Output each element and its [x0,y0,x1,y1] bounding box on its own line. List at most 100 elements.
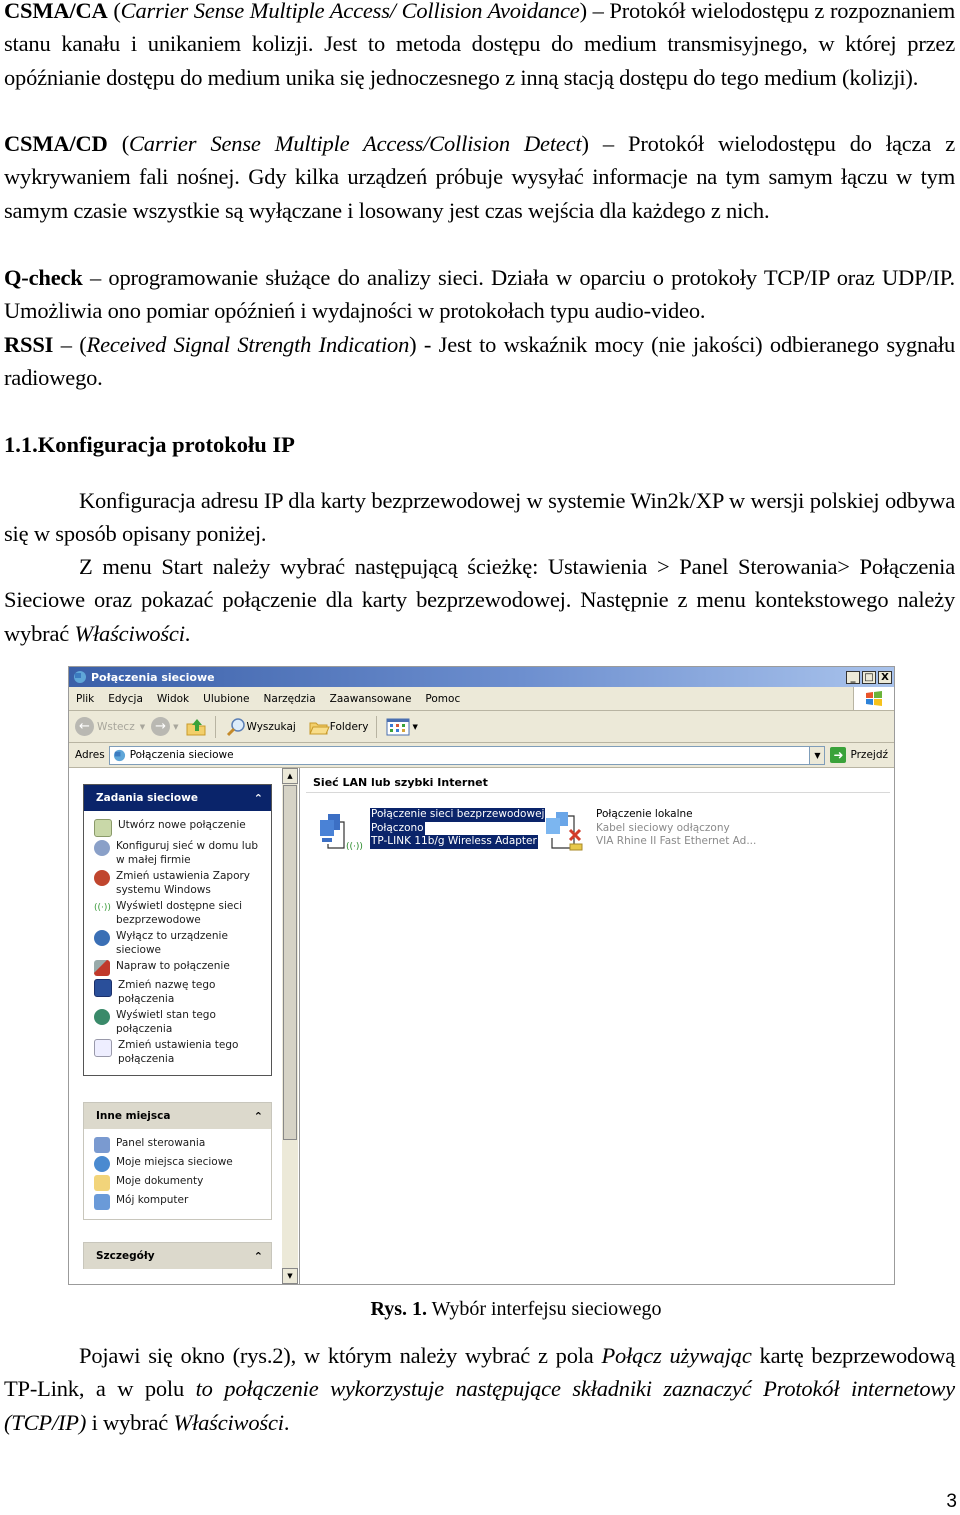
folders-label: Foldery [329,720,369,733]
task-firewall[interactable]: Zmień ustawienia Zapory systemu Windows [94,870,267,897]
place-label: Moje dokumenty [116,1175,204,1187]
disable-device-icon [94,930,110,946]
toolbar: ← Wstecz ▼ → ▼ Wyszukaj Foldery ▼ [69,711,894,743]
search-label: Wyszukaj [246,720,296,733]
firewall-icon [94,870,110,886]
figure-caption: Rys. 1. Wybór interfejsu sieciowego [0,1298,960,1321]
period: . [283,1409,290,1435]
task-label: Zmień ustawienia tego połączenia [118,1039,239,1065]
window-content: Zadania sieciowe ⌃ Utwórz nowe połączeni… [69,768,894,1284]
maximize-button[interactable]: □ [862,670,876,684]
expansion-csma-cd: Carrier Sense Multiple Access/Collision … [129,131,582,156]
place-label: Mój komputer [116,1194,189,1206]
other-places-panel: Inne miejsca ⌃ Panel sterowania Moje mie… [83,1102,272,1220]
network-tasks-header[interactable]: Zadania sieciowe ⌃ [84,785,271,811]
task-repair[interactable]: Napraw to połączenie [94,960,267,976]
up-folder-button[interactable] [185,717,207,737]
collapse-chevron-icon[interactable]: ⌃ [254,792,263,805]
menu-edycja[interactable]: Edycja [101,693,150,705]
folders-button[interactable]: Foldery [308,718,369,736]
task-settings[interactable]: Zmień ustawienia tego połączenia [94,1039,267,1066]
caption-text: Wybór interfejsu sieciowego [431,1298,662,1320]
menu-widok[interactable]: Widok [150,693,196,705]
task-new-connection[interactable]: Utwórz nowe połączenie [94,819,267,837]
back-arrow-icon: ← [75,717,94,736]
collapse-chevron-icon[interactable]: ⌃ [254,1110,263,1123]
place-control-panel[interactable]: Panel sterowania [94,1137,267,1153]
window-title: Połączenia sieciowe [91,670,215,684]
close-button[interactable]: X [878,670,892,684]
connection-wireless[interactable]: ((·)) Połączenie sieci bezprzewodowej Po… [316,808,546,854]
task-status[interactable]: Wyświetl stan tego połączenia [94,1009,267,1036]
task-wireless-networks[interactable]: ((·)) Wyświetl dostępne sieci bezprzewod… [94,900,267,927]
search-button[interactable]: Wyszukaj [225,717,296,737]
address-label: Adres [75,749,105,761]
collapse-chevron-icon[interactable]: ⌃ [254,1250,263,1263]
new-connection-icon [94,819,112,837]
paragraph-qcheck: Q-check – oprogramowanie służące do anal… [4,261,955,328]
task-home-network[interactable]: Konfiguruj sieć w domu lub w małej firmi… [94,840,267,867]
menu-narzedzia[interactable]: Narzędzia [257,693,323,705]
page-number: 3 [946,1491,957,1512]
other-places-header[interactable]: Inne miejsca ⌃ [84,1103,271,1129]
connection-status: Kabel sieciowy odłączony [596,821,730,834]
wireless-icon: ((·)) [94,903,111,913]
scroll-down-button[interactable]: ▼ [282,1268,298,1284]
views-button[interactable]: ▼ [386,718,418,736]
text: i wybrać [91,1409,169,1435]
local-connection-icon [542,808,594,854]
place-my-documents[interactable]: Moje dokumenty [94,1175,267,1191]
italic-text: Właściwości [173,1409,284,1435]
group-divider [306,792,890,793]
section-heading: 1.1.Konfiguracja protokołu IP [4,432,295,457]
place-network-places[interactable]: Moje miejsca sieciowe [94,1156,267,1172]
scroll-up-button[interactable]: ▲ [282,768,298,784]
status-icon [94,1009,110,1025]
details-title: Szczegóły [96,1250,155,1262]
title-bar: Połączenia sieciowe _ □ X [69,667,894,687]
menu-pomoc[interactable]: Pomoc [418,693,467,705]
settings-check-icon [94,1039,112,1057]
text: Pojawi się okno (rys.2), w którym należy… [79,1343,594,1368]
network-connections-icon [113,749,125,761]
address-field[interactable]: Połączenia sieciowe ▼ [108,745,826,765]
network-tasks-panel: Zadania sieciowe ⌃ Utwórz nowe połączeni… [83,784,272,1076]
menu-ulubione[interactable]: Ulubione [196,693,256,705]
go-label: Przejdź [850,749,888,761]
forward-button[interactable]: → ▼ [151,717,179,736]
connection-local[interactable]: Połączenie lokalne Kabel sieciowy odłącz… [542,808,756,854]
wireless-connection-icon: ((·)) [316,808,368,854]
back-button[interactable]: ← Wstecz ▼ [75,717,145,736]
go-button[interactable]: ➜ Przejdź [830,747,888,763]
italic-text: Połącz używając [601,1343,752,1368]
place-label: Panel sterowania [116,1137,206,1149]
address-value: Połączenia sieciowe [129,749,234,761]
menu-zaawansowane[interactable]: Zaawansowane [323,693,419,705]
scroll-thumb[interactable] [283,785,297,1140]
connection-device: TP-LINK 11b/g Wireless Adapter [370,835,538,849]
toolbar-separator [376,715,378,738]
menu-plik[interactable]: Plik [69,693,101,705]
address-dropdown-button[interactable]: ▼ [809,746,825,764]
term-csma-ca: CSMA/CA [4,0,108,23]
task-pane-scrollbar[interactable]: ▲ ▼ [282,768,298,1284]
task-pane: Zadania sieciowe ⌃ Utwórz nowe połączeni… [69,768,283,1284]
connection-name: Połączenie lokalne [596,808,693,820]
place-my-computer[interactable]: Mój komputer [94,1194,267,1210]
forward-arrow-icon: → [151,717,171,736]
paragraph-after-figure: Pojawi się okno (rys.2), w którym należy… [4,1339,955,1439]
connection-device: VIA Rhine II Fast Ethernet Ad... [596,835,757,847]
task-label: Wyłącz to urządzenie sieciowe [116,930,228,956]
back-label: Wstecz [97,720,135,733]
network-places-icon [94,1156,110,1172]
go-arrow-icon: ➜ [830,747,847,763]
task-label: Zmień nazwę tego połączenia [118,979,216,1005]
minimize-button[interactable]: _ [846,670,860,684]
details-panel: Szczegóły ⌃ [83,1242,272,1269]
forward-dropdown-icon: ▼ [173,722,179,731]
task-disable-device[interactable]: Wyłącz to urządzenie sieciowe [94,930,267,957]
details-header[interactable]: Szczegóły ⌃ [84,1243,271,1269]
task-rename[interactable]: Zmień nazwę tego połączenia [94,979,267,1006]
toolbar-separator [214,715,216,738]
term-rssi: RSSI [4,332,54,357]
